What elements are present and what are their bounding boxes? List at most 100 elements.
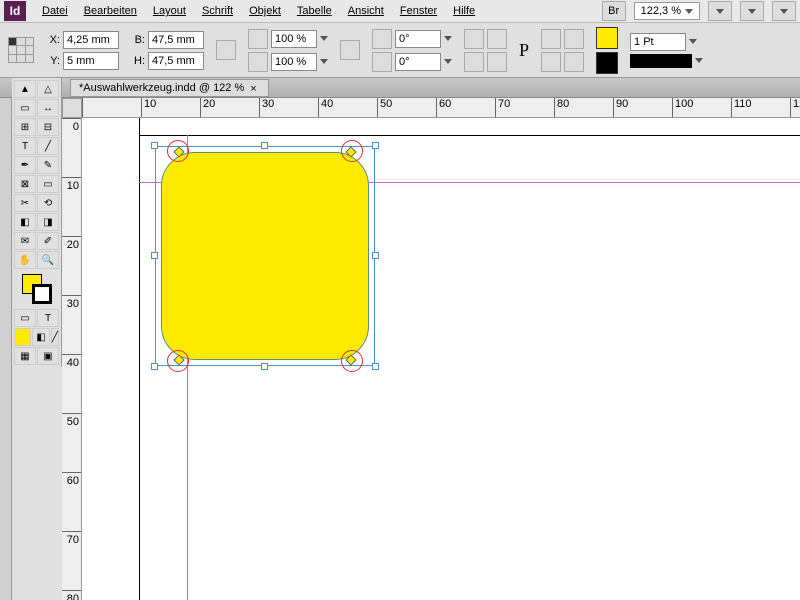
hand-tool[interactable]: ✋ [14,251,36,269]
menu-layout[interactable]: Layout [145,1,194,21]
ruler-origin[interactable] [62,98,82,118]
rectangle-frame-tool[interactable]: ⊠ [14,175,36,193]
select-container-icon[interactable] [541,29,561,49]
stroke-style-dropdown[interactable] [630,54,692,68]
control-bar: X: Y: B: H: [0,23,800,78]
y-input[interactable] [63,52,119,70]
preview-view-icon[interactable]: ▣ [37,347,59,365]
resize-handle-bm[interactable] [261,363,268,370]
resize-handle-mr[interactable] [372,252,379,259]
link-scale-icon[interactable] [340,40,360,60]
pen-tool[interactable]: ✒ [14,156,36,174]
menu-bearbeiten[interactable]: Bearbeiten [76,1,145,21]
menu-datei[interactable]: Datei [34,1,76,21]
resize-handle-bl[interactable] [151,363,158,370]
flip-h-icon[interactable] [464,52,484,72]
resize-handle-tm[interactable] [261,142,268,149]
resize-handle-br[interactable] [372,363,379,370]
menu-tabelle[interactable]: Tabelle [289,1,340,21]
select-next-icon[interactable] [564,52,584,72]
height-input[interactable] [148,52,204,70]
chevron-down-icon [685,9,693,14]
canvas[interactable] [82,118,800,600]
shear-input[interactable] [395,53,441,71]
scissors-tool[interactable]: ✂ [14,194,36,212]
scale-x-input[interactable] [271,30,317,48]
zoom-level-dropdown[interactable]: 122,3 % [634,2,700,20]
document-tab-bar: *Auswahlwerkzeug.indd @ 122 % × [0,78,800,98]
document-tab[interactable]: *Auswahlwerkzeug.indd @ 122 % × [70,79,269,97]
selection-tool[interactable]: ▲ [14,80,36,98]
chevron-down-icon[interactable] [320,59,328,64]
gradient-feather-tool[interactable]: ◨ [37,213,59,231]
arrange-button[interactable] [740,1,764,21]
chevron-down-icon[interactable] [320,36,328,41]
scale-y-input[interactable] [271,53,317,71]
gradient-swatch-tool[interactable]: ◧ [14,213,36,231]
rotate-icon [372,29,392,49]
rotate-cw-icon[interactable] [464,29,484,49]
resize-handle-tr[interactable] [372,142,379,149]
x-input[interactable] [63,31,119,49]
formatting-text-icon[interactable]: T [37,309,59,327]
stroke-weight-input[interactable] [630,33,686,51]
menu-schrift[interactable]: Schrift [194,1,241,21]
content-placer-tool[interactable]: ⊟ [37,118,59,136]
reference-point-grid[interactable] [8,37,34,63]
zoom-tool[interactable]: 🔍 [37,251,59,269]
rectangle-tool[interactable]: ▭ [37,175,59,193]
vertical-ruler[interactable]: 0 10 20 30 40 50 60 70 80 [62,118,82,600]
apply-color-icon[interactable] [14,328,31,346]
horizontal-ruler[interactable]: 10 20 30 40 50 60 70 80 90 100 110 120 [82,98,800,118]
type-tool[interactable]: T [14,137,36,155]
menu-objekt[interactable]: Objekt [241,1,289,21]
chevron-down-icon[interactable] [689,39,697,44]
fill-stroke-indicator[interactable] [22,274,52,304]
free-transform-tool[interactable]: ⟲ [37,194,59,212]
constrain-proportions-icon[interactable] [216,40,236,60]
menu-ansicht[interactable]: Ansicht [340,1,392,21]
fill-color-swatch[interactable] [596,27,618,49]
chevron-down-icon [748,9,756,14]
chevron-down-icon [716,9,724,14]
menu-hilfe[interactable]: Hilfe [445,1,483,21]
tab-title: *Auswahlwerkzeug.indd @ 122 % [79,82,244,94]
chevron-down-icon[interactable] [444,59,452,64]
menu-fenster[interactable]: Fenster [392,1,445,21]
screen-mode-button[interactable] [708,1,732,21]
resize-handle-ml[interactable] [151,252,158,259]
page-tool[interactable]: ▭ [14,99,36,117]
close-icon[interactable]: × [250,83,260,93]
resize-handle-tl[interactable] [151,142,158,149]
chevron-down-icon[interactable] [444,36,452,41]
gap-tool[interactable]: ↔ [37,99,59,117]
eyedropper-tool[interactable]: ✐ [37,232,59,250]
width-input[interactable] [148,31,204,49]
formatting-container-icon[interactable]: ▭ [14,309,36,327]
stroke-color-swatch[interactable] [596,52,618,74]
selected-object[interactable] [155,146,375,366]
direct-selection-tool[interactable]: △ [37,80,59,98]
panel-collapse-strip[interactable] [0,98,12,600]
apply-gradient-icon[interactable]: ◧ [32,328,49,346]
page-edge-horizontal [139,135,800,136]
note-tool[interactable]: ✉ [14,232,36,250]
content-collector-tool[interactable]: ⊞ [14,118,36,136]
normal-view-icon[interactable]: ▦ [14,347,36,365]
rotate-ccw-icon[interactable] [487,29,507,49]
pencil-tool[interactable]: ✎ [37,156,59,174]
flip-v-icon[interactable] [487,52,507,72]
line-tool[interactable]: ╱ [37,137,59,155]
zoom-mode-button[interactable]: Br [602,1,626,21]
select-prev-icon[interactable] [541,52,561,72]
select-content-icon[interactable] [564,29,584,49]
chevron-down-icon[interactable] [695,58,703,63]
apply-none-icon[interactable]: ╱ [51,328,59,346]
workspace-button[interactable] [772,1,796,21]
rotate-input[interactable] [395,30,441,48]
stroke-swatch-icon[interactable] [32,284,52,304]
h-label: H: [131,55,145,67]
toolbox: ▲△ ▭↔ ⊞⊟ T╱ ✒✎ ⊠▭ ✂⟲ ◧◨ ✉✐ ✋🔍 ▭T ◧╱ ▦▣ [12,78,62,367]
type-indicator: P [519,40,529,61]
selection-bounding-box [155,146,375,366]
